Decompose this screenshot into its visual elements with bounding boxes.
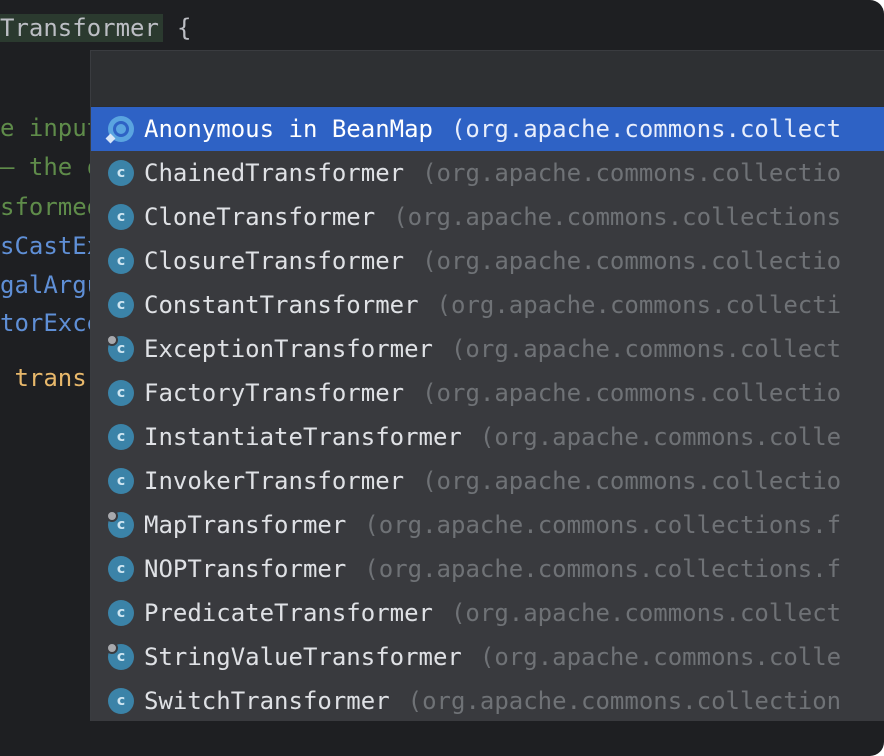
- completion-list: Anonymous in BeanMap (org.apache.commons.…: [91, 107, 884, 721]
- completion-item-package: (org.apache.commons.collection: [407, 687, 842, 715]
- completion-item-name: InvokerTransformer: [144, 467, 405, 495]
- completion-item-package: (org.apache.commons.colle: [479, 423, 842, 451]
- class-icon: c: [108, 248, 134, 274]
- completion-item[interactable]: Anonymous in BeanMap (org.apache.commons.…: [91, 107, 884, 151]
- completion-item[interactable]: c CloneTransformer (org.apache.commons.col…: [91, 195, 884, 239]
- javadoc-line-3: sformed: [0, 193, 102, 221]
- completion-item-package: (org.apache.commons.collections.f: [364, 555, 842, 583]
- completion-item[interactable]: c PredicateTransformer (org.apache.commons…: [91, 591, 884, 635]
- package-private-class-icon: c: [106, 334, 134, 362]
- code-completion-popup: Anonymous in BeanMap (org.apache.commons.…: [90, 50, 884, 721]
- completion-item[interactable]: c MapTransformer (org.apache.commons.colle…: [91, 503, 884, 547]
- class-icon: c: [108, 600, 134, 626]
- package-private-class-icon: c: [106, 642, 134, 670]
- method-declaration[interactable]: trans: [0, 358, 86, 398]
- completion-item-name: ChainedTransformer: [144, 159, 405, 187]
- completion-item-package: (org.apache.commons.collectio: [422, 247, 842, 275]
- class-icon: c: [108, 556, 134, 582]
- completion-item-package: (org.apache.commons.collectio: [422, 379, 842, 407]
- completion-item-name: NOPTransformer: [144, 555, 347, 583]
- completion-item[interactable]: c ClosureTransformer (org.apache.commons.c…: [91, 239, 884, 283]
- completion-item-package: (org.apache.commons.collect: [450, 335, 842, 363]
- class-icon: c: [108, 424, 134, 450]
- completion-item-name: CloneTransformer: [144, 203, 376, 231]
- completion-item-name: FactoryTransformer: [144, 379, 405, 407]
- completion-item-name: PredicateTransformer: [144, 599, 433, 627]
- completion-item[interactable]: c FactoryTransformer (org.apache.commons.c…: [91, 371, 884, 415]
- completion-item-package: (org.apache.commons.colle: [479, 643, 842, 671]
- class-name-token[interactable]: Transformer: [0, 14, 163, 42]
- completion-item-package: (org.apache.commons.collectio: [422, 159, 842, 187]
- open-brace-token: {: [176, 14, 192, 42]
- completion-item-package: (org.apache.commons.collect: [450, 115, 842, 143]
- completion-item[interactable]: c InstantiateTransformer (org.apache.commo…: [91, 415, 884, 459]
- completion-item[interactable]: c ConstantTransformer (org.apache.commons.…: [91, 283, 884, 327]
- class-icon: c: [108, 688, 134, 714]
- completion-popup-header: [91, 51, 884, 107]
- completion-item[interactable]: c ChainedTransformer (org.apache.commons.c…: [91, 151, 884, 195]
- anonymous-class-icon: [105, 116, 134, 144]
- completion-item-name: SwitchTransformer: [144, 687, 390, 715]
- package-private-class-icon: c: [106, 510, 134, 538]
- completion-item-package: (org.apache.commons.collectio: [422, 467, 842, 495]
- editor-window: Transformer{ e input o — the ob sformed …: [0, 0, 884, 756]
- javadoc-exception-3: torExce: [0, 309, 102, 337]
- completion-item-name: ClosureTransformer: [144, 247, 405, 275]
- completion-item-name: ConstantTransformer: [144, 291, 419, 319]
- completion-item-package: (org.apache.commons.collect: [450, 599, 842, 627]
- class-icon: c: [108, 468, 134, 494]
- completion-item-name: Anonymous in BeanMap: [144, 115, 433, 143]
- completion-item-package: (org.apache.commons.collections: [393, 203, 842, 231]
- completion-item[interactable]: c ExceptionTransformer (org.apache.commons…: [91, 327, 884, 371]
- completion-item[interactable]: c InvokerTransformer (org.apache.commons.c…: [91, 459, 884, 503]
- completion-item-package: (org.apache.commons.collections.f: [364, 511, 842, 539]
- completion-item-name: ExceptionTransformer: [144, 335, 433, 363]
- completion-item-package: (org.apache.commons.collecti: [436, 291, 842, 319]
- javadoc-exception-2: galArgu: [0, 271, 102, 299]
- completion-item[interactable]: c NOPTransformer (org.apache.commons.colle…: [91, 547, 884, 591]
- class-icon: c: [108, 160, 134, 186]
- javadoc-exception-1: sCastEx: [0, 232, 102, 260]
- completion-item-name: InstantiateTransformer: [144, 423, 462, 451]
- class-header-line: Transformer {: [0, 8, 191, 48]
- completion-item-name: StringValueTransformer: [144, 643, 462, 671]
- completion-item[interactable]: c SwitchTransformer (org.apache.commons.co…: [91, 679, 884, 721]
- completion-item-name: MapTransformer: [144, 511, 347, 539]
- class-icon: c: [108, 204, 134, 230]
- class-icon: c: [108, 292, 134, 318]
- completion-item[interactable]: c StringValueTransformer (org.apache.commo…: [91, 635, 884, 679]
- class-icon: c: [108, 380, 134, 406]
